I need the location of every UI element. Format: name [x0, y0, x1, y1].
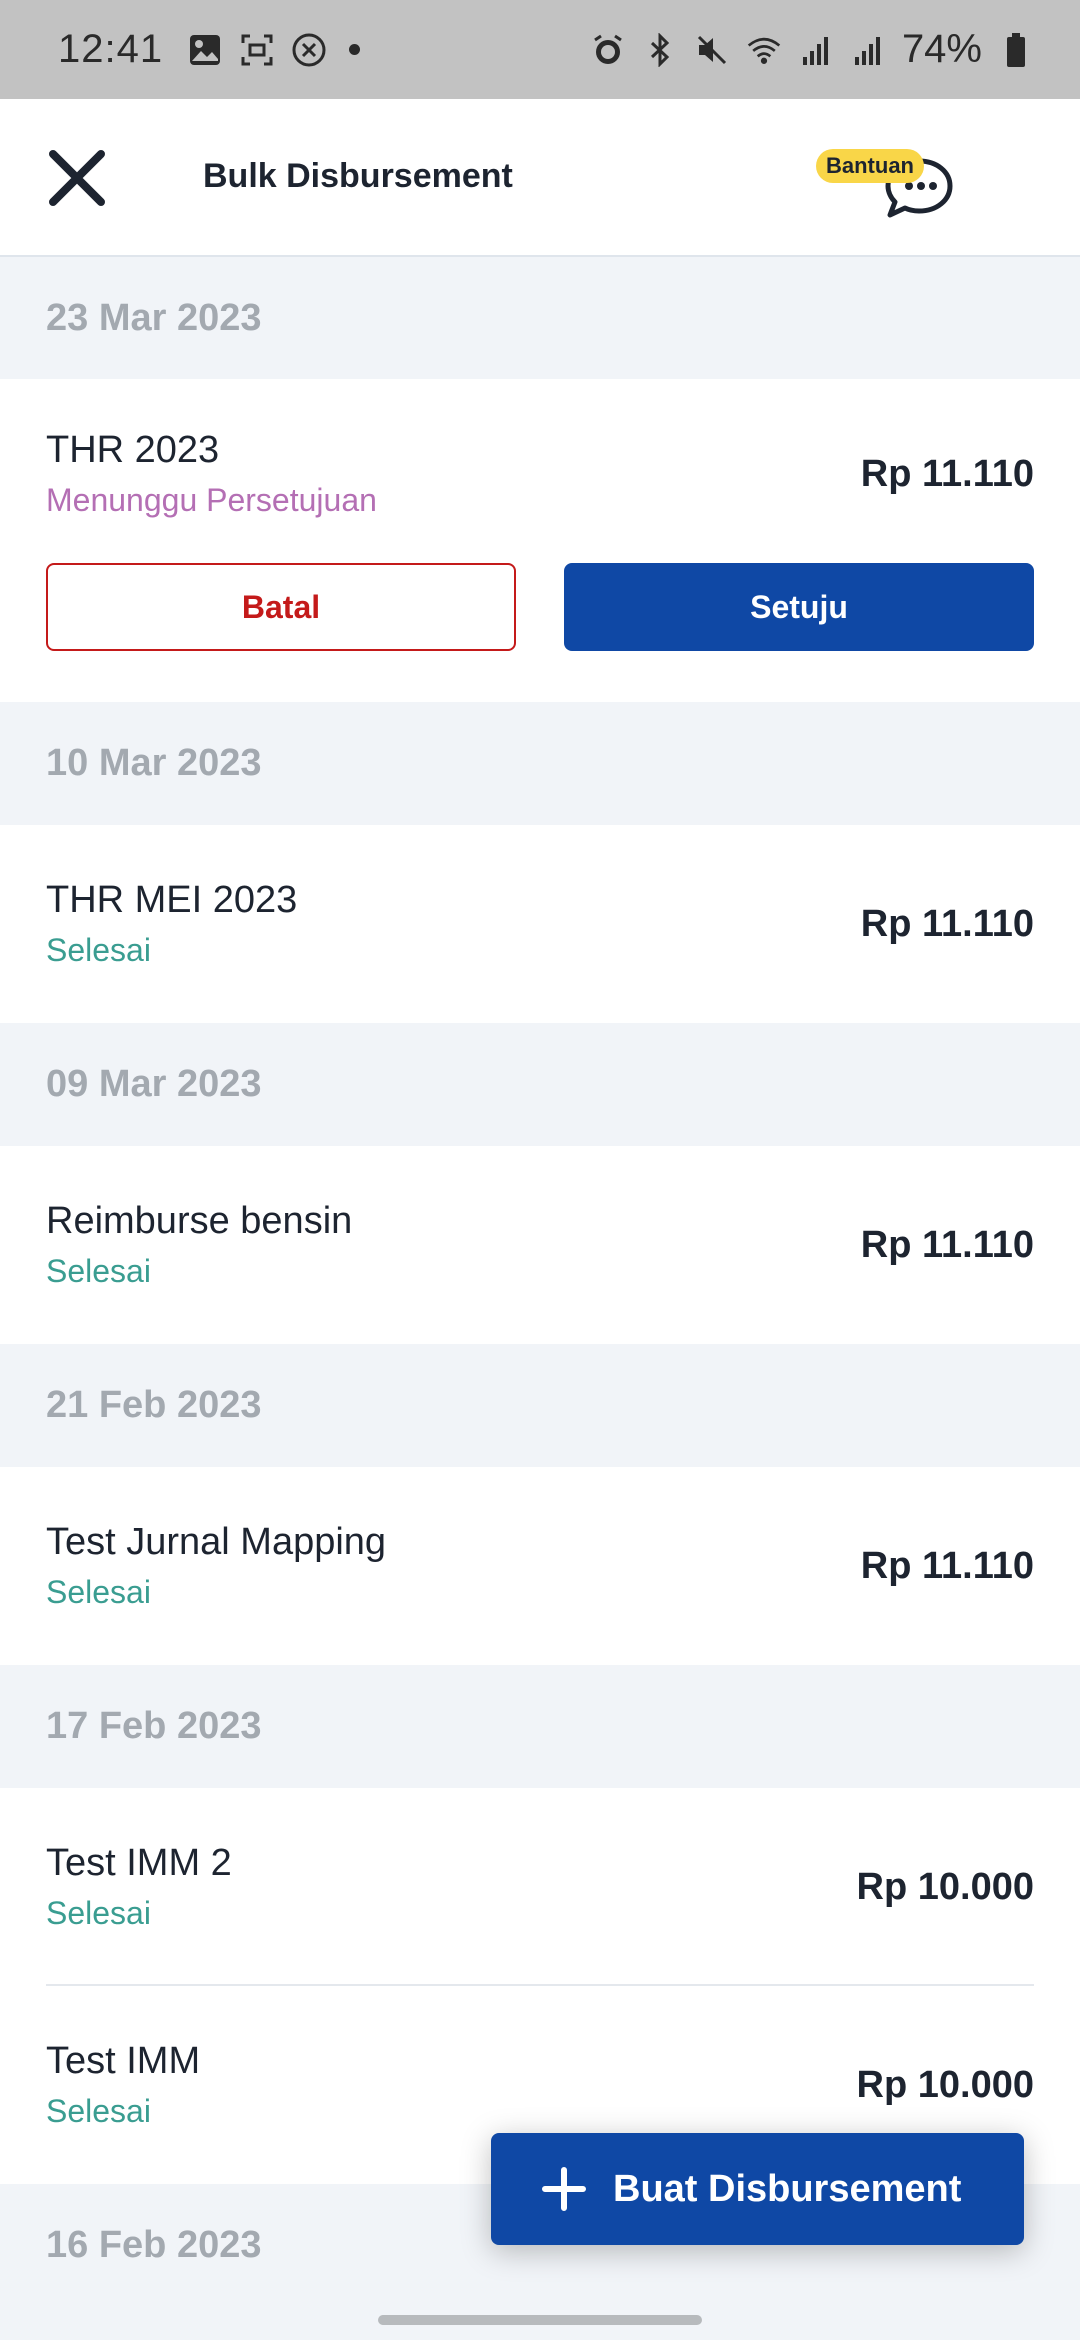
status-bar: 12:41 74% — [0, 0, 1080, 99]
date-header: 17 Feb 2023 — [0, 1665, 1080, 1788]
app-header: Bulk Disbursement Bantuan — [0, 99, 1080, 257]
page-title: Bulk Disbursement — [203, 157, 513, 195]
close-button[interactable] — [44, 145, 110, 211]
screen: 12:41 74% Bulk Disbursement Bantuan 23 M… — [0, 0, 1080, 2340]
signal-icon — [798, 32, 834, 68]
item-name: Test IMM 2 — [46, 1842, 232, 1884]
wifi-icon — [746, 32, 782, 68]
bluetooth-icon — [642, 32, 678, 68]
alarm-icon — [590, 32, 626, 68]
signal-icon — [850, 32, 886, 68]
item-name: Test Jurnal Mapping — [46, 1521, 387, 1563]
create-disbursement-label: Buat Disbursement — [613, 2167, 962, 2210]
item-amount: Rp 11.110 — [860, 1544, 1034, 1587]
list-item[interactable]: Reimburse bensin Selesai Rp 11.110 — [0, 1146, 1080, 1344]
item-name: Test IMM — [46, 2040, 201, 2082]
create-disbursement-button[interactable]: Buat Disbursement — [491, 2133, 1024, 2245]
cancel-button[interactable]: Batal — [46, 563, 516, 651]
list-item[interactable]: THR MEI 2023 Selesai Rp 11.110 — [0, 825, 1080, 1023]
date-header: 21 Feb 2023 — [0, 1344, 1080, 1467]
date-header: 23 Mar 2023 — [0, 257, 1080, 379]
battery-percent: 74% — [901, 27, 982, 71]
item-name: THR 2023 — [46, 429, 220, 471]
disbursement-list: 23 Mar 2023 THR 2023 Menunggu Persetujua… — [0, 257, 1080, 2307]
date-header: 09 Mar 2023 — [0, 1023, 1080, 1146]
screenshot-icon — [239, 32, 275, 68]
status-time: 12:41 — [58, 27, 164, 71]
approve-button[interactable]: Setuju — [564, 563, 1034, 651]
app-notification-icon — [291, 32, 327, 68]
item-status: Selesai — [46, 1574, 151, 1610]
item-amount: Rp 11.110 — [860, 1223, 1034, 1266]
list-item[interactable]: Test IMM 2 Selesai Rp 10.000 — [0, 1788, 1080, 1986]
item-status: Selesai — [46, 2093, 151, 2129]
plus-icon — [542, 2167, 586, 2211]
home-indicator[interactable] — [378, 2315, 702, 2325]
list-item[interactable]: THR 2023 Menunggu Persetujuan Rp 11.110 … — [0, 379, 1080, 702]
date-header: 10 Mar 2023 — [0, 702, 1080, 825]
item-amount: Rp 10.000 — [856, 2063, 1034, 2106]
item-status: Selesai — [46, 932, 151, 968]
item-amount: Rp 11.110 — [860, 902, 1034, 945]
item-status: Menunggu Persetujuan — [46, 482, 377, 518]
help-button[interactable]: Bantuan — [812, 145, 953, 225]
notification-dot — [349, 44, 361, 55]
help-badge: Bantuan — [816, 149, 924, 183]
item-amount: Rp 11.110 — [860, 452, 1034, 495]
close-icon — [49, 150, 105, 206]
item-status: Selesai — [46, 1895, 151, 1931]
item-name: THR MEI 2023 — [46, 879, 298, 921]
mute-icon — [694, 32, 730, 68]
item-name: Reimburse bensin — [46, 1200, 353, 1242]
item-status: Selesai — [46, 1253, 151, 1289]
item-amount: Rp 10.000 — [856, 1865, 1034, 1908]
list-item[interactable]: Test Jurnal Mapping Selesai Rp 11.110 — [0, 1467, 1080, 1665]
gallery-icon — [187, 32, 223, 68]
battery-icon — [998, 32, 1034, 68]
